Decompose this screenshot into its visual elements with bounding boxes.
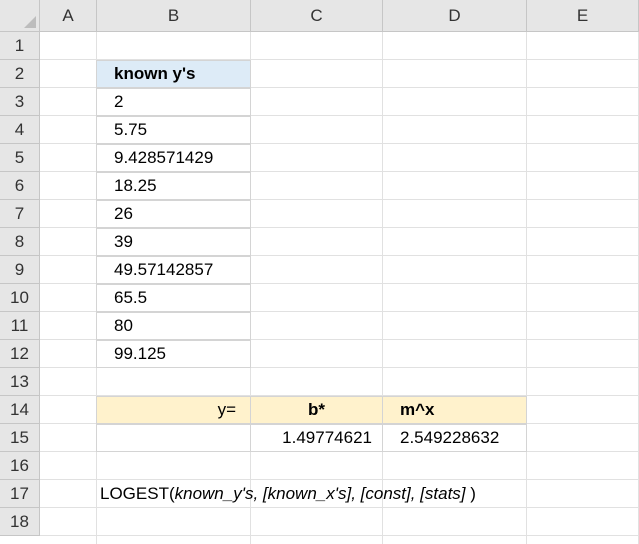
row-header-13[interactable]: 13 bbox=[0, 368, 40, 396]
row-header-17[interactable]: 17 bbox=[0, 480, 40, 508]
known-ys-cell[interactable]: 39 bbox=[96, 228, 251, 256]
row-header-18[interactable]: 18 bbox=[0, 508, 40, 536]
function-arguments: known_y's, [known_x's], [const], [stats] bbox=[174, 484, 466, 503]
known-ys-cell[interactable]: 99.125 bbox=[96, 340, 251, 368]
row-header-7[interactable]: 7 bbox=[0, 200, 40, 228]
column-header-a[interactable]: A bbox=[40, 0, 97, 32]
row-header-2[interactable]: 2 bbox=[0, 60, 40, 88]
grid-line bbox=[40, 535, 639, 536]
grid-line bbox=[526, 32, 527, 544]
function-close: ) bbox=[465, 484, 476, 503]
row-header-4[interactable]: 4 bbox=[0, 116, 40, 144]
row-header-5[interactable]: 5 bbox=[0, 144, 40, 172]
row-header-6[interactable]: 6 bbox=[0, 172, 40, 200]
logest-syntax-text[interactable]: LOGEST(known_y's, [known_x's], [const], … bbox=[100, 480, 476, 508]
row-header-14[interactable]: 14 bbox=[0, 396, 40, 424]
row-header-8[interactable]: 8 bbox=[0, 228, 40, 256]
known-ys-cell[interactable]: 80 bbox=[96, 312, 251, 340]
row-header-15[interactable]: 15 bbox=[0, 424, 40, 452]
row-header-1[interactable]: 1 bbox=[0, 32, 40, 60]
row-header-12[interactable]: 12 bbox=[0, 340, 40, 368]
function-name: LOGEST( bbox=[100, 484, 175, 503]
column-header-e[interactable]: E bbox=[527, 0, 639, 32]
row-header-10[interactable]: 10 bbox=[0, 284, 40, 312]
y-equals-label-cell[interactable]: y= bbox=[96, 396, 251, 424]
known-ys-header-cell[interactable]: known y's bbox=[96, 60, 251, 88]
known-ys-cell[interactable]: 26 bbox=[96, 200, 251, 228]
known-ys-cell[interactable]: 5.75 bbox=[96, 116, 251, 144]
spreadsheet: A B C D E 1 2 3 4 5 6 7 8 9 10 11 12 13 … bbox=[0, 0, 639, 544]
row-header-3[interactable]: 3 bbox=[0, 88, 40, 116]
column-header-b[interactable]: B bbox=[97, 0, 251, 32]
known-ys-cell[interactable]: 18.25 bbox=[96, 172, 251, 200]
b-value-cell[interactable]: 1.49774621 bbox=[250, 424, 383, 452]
row-header-16[interactable]: 16 bbox=[0, 452, 40, 480]
m-value-cell[interactable]: 2.549228632 bbox=[382, 424, 527, 452]
row-header-9[interactable]: 9 bbox=[0, 256, 40, 284]
known-ys-cell[interactable]: 9.428571429 bbox=[96, 144, 251, 172]
empty-cell[interactable] bbox=[96, 424, 251, 452]
column-header-d[interactable]: D bbox=[383, 0, 527, 32]
column-header-c[interactable]: C bbox=[251, 0, 383, 32]
row-header-11[interactable]: 11 bbox=[0, 312, 40, 340]
known-ys-cell[interactable]: 2 bbox=[96, 88, 251, 116]
b-header-cell[interactable]: b* bbox=[250, 396, 383, 424]
select-all-corner[interactable] bbox=[0, 0, 40, 32]
known-ys-cell[interactable]: 65.5 bbox=[96, 284, 251, 312]
grid-line bbox=[382, 32, 383, 544]
m-header-cell[interactable]: m^x bbox=[382, 396, 527, 424]
known-ys-cell[interactable]: 49.57142857 bbox=[96, 256, 251, 284]
